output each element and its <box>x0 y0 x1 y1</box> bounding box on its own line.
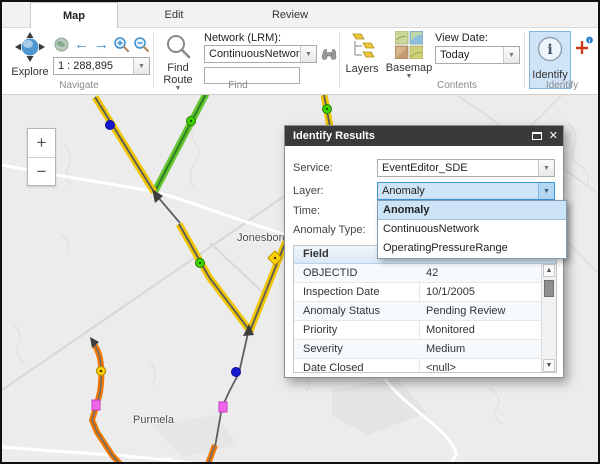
app-window: Map Edit Review Explore ← <box>0 0 600 464</box>
table-scrollbar[interactable]: ▲ ▼ <box>541 264 556 372</box>
dialog-titlebar[interactable]: Identify Results ✕ <box>285 126 563 146</box>
ribbon-tabbar: Map Edit Review <box>2 2 598 28</box>
map-zoom-out-button[interactable]: − <box>28 157 55 185</box>
layers-button[interactable]: Layers <box>344 33 380 75</box>
layer-dropdown-list: Anomaly ContinuousNetwork OperatingPress… <box>377 200 567 259</box>
scrollbar-thumb[interactable] <box>544 280 554 297</box>
previous-extent-icon[interactable]: ← <box>73 36 90 53</box>
close-icon[interactable]: ✕ <box>549 126 558 146</box>
view-date-label: View Date: <box>435 32 488 44</box>
service-dropdown-arrow-icon[interactable]: ▼ <box>538 160 554 176</box>
map-road <box>2 195 286 390</box>
dropdown-option-anomaly[interactable]: Anomaly <box>378 201 566 220</box>
group-label-navigate: Navigate <box>6 80 152 92</box>
route-direction-segment <box>157 196 180 223</box>
identify-results-dialog: Identify Results ✕ Service: EventEditor_… <box>284 125 564 378</box>
tab-review[interactable]: Review <box>246 2 334 28</box>
service-combobox[interactable]: EventEditor_SDE ▼ <box>377 159 555 177</box>
network-lrm-label: Network (LRM): <box>204 32 281 44</box>
layer-dropdown-arrow-icon[interactable]: ▼ <box>538 183 554 199</box>
table-body: OBJECTID42 Inspection Date10/1/2005 Anom… <box>294 264 541 372</box>
group-label-find: Find <box>158 80 318 92</box>
network-lrm-combobox[interactable]: ContinuousNetwork ▼ <box>204 45 317 63</box>
map-scale-combobox[interactable]: 1 : 288,895 ▼ <box>53 57 150 75</box>
explore-compass-icon <box>14 31 46 66</box>
table-row[interactable]: Date Closed<null> <box>294 359 541 372</box>
group-label-contents: Contents <box>382 80 532 92</box>
zoom-in-tool-icon[interactable] <box>113 36 130 53</box>
layer-row: Layer: Anomaly ▼ <box>293 182 555 200</box>
find-route-magnifier-icon <box>165 33 191 62</box>
basemap-button[interactable]: Basemap ▼ <box>386 31 432 80</box>
map-label-purmela: Purmela <box>133 414 174 426</box>
tab-edit[interactable]: Edit <box>130 2 218 28</box>
table-row[interactable]: Inspection Date10/1/2005 <box>294 283 541 302</box>
view-date-combobox[interactable]: Today ▼ <box>435 46 520 64</box>
map-zoom-in-button[interactable]: + <box>28 129 55 157</box>
full-extent-globe-icon[interactable] <box>53 36 70 53</box>
table-row[interactable]: SeverityMedium <box>294 340 541 359</box>
view-date-dropdown-arrow-icon[interactable]: ▼ <box>503 47 519 63</box>
table-row[interactable]: Anomaly StatusPending Review <box>294 302 541 321</box>
maximize-icon[interactable] <box>532 132 542 140</box>
svg-text:i: i <box>547 42 552 58</box>
group-separator <box>339 32 340 88</box>
basemap-tiles-icon <box>395 31 423 62</box>
binoculars-search-icon[interactable] <box>321 46 338 63</box>
table-row[interactable]: PriorityMonitored <box>294 321 541 340</box>
pink-square-markers <box>92 400 227 412</box>
layer-combobox[interactable]: Anomaly ▼ <box>377 182 555 200</box>
layers-tree-icon <box>349 33 375 63</box>
service-row: Service: EventEditor_SDE ▼ <box>293 159 555 177</box>
map-label-jonesboro: Jonesboro <box>237 232 288 244</box>
explore-button[interactable]: Explore <box>8 31 52 78</box>
attributes-table: Field Value OBJECTID42 Inspection Date10… <box>293 245 557 373</box>
scroll-down-icon[interactable]: ▼ <box>543 359 555 372</box>
identify-circle-i-icon: i <box>537 36 563 67</box>
table-row[interactable]: OBJECTID42 <box>294 264 541 283</box>
tab-map[interactable]: Map <box>30 2 118 29</box>
group-label-identify: Identify <box>529 80 595 92</box>
map-zoom-control: + − <box>27 128 56 186</box>
scale-dropdown-arrow-icon[interactable]: ▼ <box>133 58 149 74</box>
identify-route-location-icon[interactable]: i <box>574 36 594 61</box>
scroll-up-icon[interactable]: ▲ <box>543 264 555 277</box>
group-separator <box>153 32 154 88</box>
dropdown-option-operatingpressurerange[interactable]: OperatingPressureRange <box>378 239 566 258</box>
ribbon: Explore ← → 1 : 288,895 ▼ Navigate <box>2 28 598 95</box>
zoom-out-tool-icon[interactable] <box>133 36 150 53</box>
dialog-title: Identify Results <box>293 130 375 142</box>
group-separator <box>524 32 525 88</box>
next-extent-icon[interactable]: → <box>93 36 110 53</box>
dropdown-option-continuousnetwork[interactable]: ContinuousNetwork <box>378 220 566 239</box>
network-dropdown-arrow-icon[interactable]: ▼ <box>300 46 316 62</box>
